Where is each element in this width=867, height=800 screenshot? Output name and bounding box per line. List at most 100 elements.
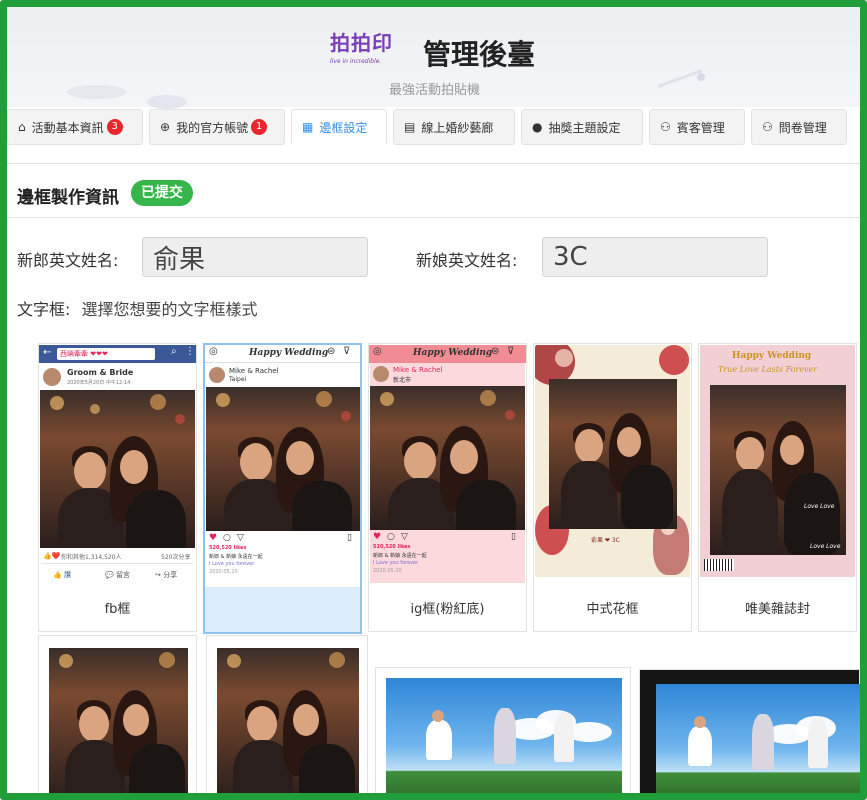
frame-icon: ▦ [302, 120, 314, 134]
floral-frame-preview: 俞果 ❤ 3C [535, 345, 690, 577]
ig-line2: I Love you forever [209, 561, 255, 567]
fb-search-bar: 西嶼牽牽 ❤❤❤ ← ⌕ ⋮ [39, 345, 196, 363]
text-frame-hint: 選擇您想要的文字框樣式 [81, 300, 258, 319]
text-frame-label-text: 文字框: [17, 300, 71, 319]
message-icon: ⊜ [327, 346, 336, 357]
tab-official-account[interactable]: ⊕ 我的官方帳號 1 [149, 109, 285, 145]
avatar [43, 368, 61, 386]
tab-label: 問卷管理 [778, 120, 827, 135]
frame-caption: ig框(粉紅底) [410, 601, 485, 617]
tab-label: 抽獎主題設定 [548, 120, 621, 135]
couple-photo [49, 648, 188, 793]
ig-names: Mike & Rachel [229, 367, 279, 375]
ig-top-bar: ◎ Happy Wedding ⊜ ⊽ [369, 345, 526, 363]
couple-photo [370, 386, 525, 530]
tab-lottery-theme[interactable]: ● 抽獎主題設定 [521, 109, 643, 145]
frame-option-plain-2[interactable] [206, 635, 368, 793]
avatar [209, 367, 225, 383]
home-icon: ⌂ [18, 120, 26, 134]
tab-frame-settings[interactable]: ▦ 邊框設定 [291, 109, 387, 145]
ig-location: Taipei [229, 376, 247, 383]
groom-name-input[interactable] [142, 237, 368, 277]
message-icon: ⊜ [491, 346, 500, 357]
ig-banner: Happy Wedding [413, 348, 493, 358]
barcode-icon [704, 559, 734, 571]
frame-caption [205, 584, 360, 632]
brand-logo[interactable]: 拍拍印 live in incredible. [330, 27, 410, 71]
magazine-side2: Love Love [810, 543, 841, 550]
app-window: 拍拍印 live in incredible. 管理後臺 最強活動拍貼機 ⌂ 活… [0, 0, 867, 800]
camera-icon: ◎ [209, 346, 218, 357]
ig-top-bar: ◎ Happy Wedding ⊜ ⊽ [205, 345, 360, 363]
send-icon: ▽ [237, 533, 244, 543]
ig-date: 2020.05.20 [373, 568, 402, 574]
notification-badge: 1 [251, 119, 268, 135]
comment-icon: ○ [387, 532, 395, 542]
heart-icon: ♥ [209, 533, 218, 543]
frame-option-chinese-floral[interactable]: 俞果 ❤ 3C 中式花框 [533, 343, 692, 632]
frame-caption: 唯美雜誌封 [744, 601, 810, 617]
ig-likes: 520,520 likes [209, 545, 247, 551]
section-title: 邊框製作資訊 [17, 188, 119, 208]
send-icon: ▽ [401, 532, 408, 542]
jumping-photo [386, 678, 622, 793]
decorative-shape [147, 95, 187, 109]
tab-label: 線上婚紗藝廊 [421, 120, 494, 135]
header: 拍拍印 live in incredible. 管理後臺 最強活動拍貼機 [7, 7, 860, 109]
status-badge: 已提交 [131, 180, 193, 206]
reaction-icons: 👍❤️ [43, 552, 61, 560]
frame-option-landscape-1[interactable] [375, 667, 631, 793]
frame-caption: fb框 [104, 601, 131, 617]
avatar [373, 366, 389, 382]
frame-option-fb[interactable]: 西嶼牽牽 ❤❤❤ ← ⌕ ⋮ Groom & Bride 2020年5月20日 … [38, 343, 197, 632]
logo-text: 拍拍印 [330, 31, 393, 55]
tab-label: 邊框設定 [319, 120, 368, 135]
notification-badge: 3 [106, 119, 123, 135]
page-subtitle: 最強活動拍貼機 [389, 83, 481, 98]
globe-icon: ⊕ [160, 120, 171, 134]
text-frame-label: 文字框: 選擇您想要的文字框樣式 [17, 296, 258, 320]
fb-search-text: 西嶼牽牽 ❤❤❤ [60, 350, 108, 358]
apple-icon: ● [532, 120, 543, 134]
bookmark-icon: ▯ [347, 533, 352, 543]
ig-names: Mike & Rachel [393, 366, 443, 374]
magazine-line1: Happy Wedding [732, 351, 812, 361]
search-icon: ⌕ [171, 346, 177, 357]
magazine-line2: True Love Lasts Forever [718, 365, 818, 374]
frame-option-ig[interactable]: ◎ Happy Wedding ⊜ ⊽ Mike & Rachel Taipei… [203, 343, 362, 634]
ig-line2: I Love you forever [373, 560, 419, 566]
couple-photo [710, 385, 846, 555]
back-arrow-icon: ← [43, 347, 52, 358]
bride-name-input[interactable] [542, 237, 768, 277]
fb-search-box: 西嶼牽牽 ❤❤❤ [57, 348, 155, 360]
frame-option-plain-1[interactable] [38, 635, 197, 793]
tab-label: 我的官方帳號 [176, 120, 249, 135]
fb-share-action: ↪ 分享 [155, 571, 178, 579]
divider [7, 217, 860, 218]
frame-option-ig-pink[interactable]: ◎ Happy Wedding ⊜ ⊽ Mike & Rachel 新北市 ♥ … [368, 343, 527, 632]
camera-icon: ◎ [373, 346, 382, 357]
magazine-side1: Love Love [804, 503, 835, 510]
tab-survey-management[interactable]: ⚇ 問卷管理 [751, 109, 847, 145]
couple-photo [206, 387, 360, 531]
couple-photo [217, 648, 359, 793]
logo-tagline: live in incredible. [330, 58, 382, 65]
bride-name-label: 新娘英文姓名: [416, 251, 518, 270]
frame-option-landscape-2[interactable] [639, 669, 860, 793]
divider [7, 163, 860, 164]
tab-label: 活動基本資訊 [31, 120, 104, 135]
decorative-shape [697, 73, 705, 81]
fb-like-action: 👍 讚 [53, 571, 71, 579]
couple-names-text: 俞果 ❤ 3C [591, 537, 620, 544]
bookmark-icon: ▯ [511, 532, 516, 542]
tab-event-info[interactable]: ⌂ 活動基本資訊 3 [7, 109, 143, 145]
tab-online-gallery[interactable]: ▤ 線上婚紗藝廊 [393, 109, 515, 145]
tab-bar: ⌂ 活動基本資訊 3 ⊕ 我的官方帳號 1 ▦ 邊框設定 ▤ 線上婚紗藝廊 ● … [7, 109, 860, 149]
fb-comment-action: 💬 留言 [105, 571, 130, 579]
fb-post-date: 2020年5月20日 中午12:14 · [67, 380, 134, 386]
tab-guest-management[interactable]: ⚇ 賓客管理 [649, 109, 745, 145]
ig-likes: 520,520 likes [373, 544, 411, 550]
ig-line1: 新郎 & 新娘 永遠在一起 [209, 554, 263, 560]
frame-option-magazine-cover[interactable]: Happy Wedding True Love Lasts Forever Lo… [698, 343, 857, 632]
page-title: 管理後臺 [423, 38, 536, 71]
